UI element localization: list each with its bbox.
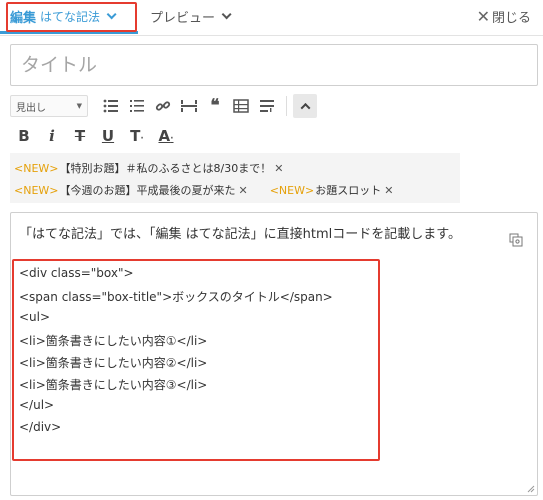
code-line: <div class="box">	[19, 266, 134, 280]
tab-preview-label: プレビュー	[150, 11, 216, 26]
code-line: </ul>	[19, 398, 55, 412]
dismiss-icon[interactable]: ✕	[384, 184, 393, 197]
title-input[interactable]	[10, 44, 538, 86]
code-line: <li>箇条書きにしたい内容②</li>	[19, 356, 208, 370]
strikethrough-button[interactable]: T	[66, 127, 94, 145]
intro-text: 「はてな記法」では、「編集 はてな記法」に直接htmlコードを記載します。	[19, 227, 461, 242]
code-line: <ul>	[19, 310, 51, 324]
body-editor[interactable]: 「はてな記法」では、「編集 はてな記法」に直接htmlコードを記載します。 <d…	[10, 212, 538, 496]
topic-suggestions: <NEW> 【特別お題】＃私のふるさとは8/30まで！ ✕ <NEW> 【今週の…	[10, 153, 460, 203]
collapse-up-button[interactable]	[293, 94, 317, 118]
heading-select[interactable]: 見出し ▼	[10, 95, 88, 117]
table-icon[interactable]	[228, 95, 254, 117]
italic-button[interactable]: i	[38, 127, 66, 145]
underline-button[interactable]: U	[94, 127, 122, 145]
dismiss-icon[interactable]: ✕	[239, 184, 248, 197]
chevron-down-icon	[106, 9, 117, 20]
close-button[interactable]: ✕ 閉じる	[477, 0, 531, 33]
font-size-label: T	[130, 127, 141, 145]
tab-edit[interactable]: 編集 はてな記法	[0, 0, 138, 34]
bulleted-list-icon[interactable]	[98, 95, 124, 117]
editor-tabbar: 編集 はてな記法 プレビュー ✕ 閉じる	[0, 0, 543, 36]
toolbar-row-1: 見出し ▼ ❝	[10, 94, 317, 118]
chevron-down-icon	[221, 9, 232, 20]
text-color-label: A	[158, 127, 171, 145]
heading-select-label: 見出し	[16, 102, 46, 114]
dropdown-dot-icon: ·	[170, 134, 174, 144]
code-line: </div>	[19, 420, 62, 434]
tab-edit-mode: はてな記法	[40, 10, 101, 24]
toolbar-divider	[286, 96, 287, 116]
topic-link[interactable]: 【今週のお題】平成最後の夏が来た	[60, 182, 236, 198]
quote-icon[interactable]: ❝	[202, 95, 228, 117]
code-line: <span class="box-title">ボックスのタイトル</span>	[19, 290, 333, 304]
toolbar-row-2: B i T U T· A·	[10, 124, 180, 148]
numbered-list-icon[interactable]	[124, 95, 150, 117]
resize-handle[interactable]	[525, 483, 535, 493]
more-icon[interactable]	[254, 95, 280, 117]
active-tab-indicator	[0, 31, 138, 34]
code-line: <li>箇条書きにしたい内容③</li>	[19, 378, 208, 392]
new-badge: <NEW>	[269, 183, 315, 197]
bold-button[interactable]: B	[10, 127, 38, 145]
font-size-button[interactable]: T·	[122, 127, 152, 145]
topic-link[interactable]: お題スロット	[315, 182, 381, 198]
tab-preview[interactable]: プレビュー	[150, 0, 232, 33]
horizontal-rule-icon[interactable]	[176, 95, 202, 117]
dropdown-dot-icon: ·	[140, 134, 144, 144]
code-line: <li>箇条書きにしたい内容①</li>	[19, 334, 208, 348]
link-icon[interactable]	[150, 95, 176, 117]
topic-link[interactable]: 【特別お題】＃私のふるさとは8/30まで！	[60, 160, 272, 176]
topic-line-2: <NEW> 【今週のお題】平成最後の夏が来た ✕ <NEW> お題スロット ✕	[14, 181, 393, 199]
copy-icon[interactable]	[509, 233, 523, 247]
topic-line-1: <NEW> 【特別お題】＃私のふるさとは8/30まで！ ✕	[14, 159, 283, 177]
dismiss-icon[interactable]: ✕	[274, 162, 283, 175]
new-badge: <NEW>	[14, 183, 59, 197]
caret-down-icon: ▼	[76, 102, 82, 110]
close-icon: ✕	[476, 7, 490, 26]
close-label: 閉じる	[491, 11, 531, 26]
new-badge: <NEW>	[14, 161, 59, 175]
tab-edit-label: 編集	[10, 11, 37, 26]
text-color-button[interactable]: A·	[152, 127, 180, 145]
chevron-up-icon	[300, 102, 310, 113]
